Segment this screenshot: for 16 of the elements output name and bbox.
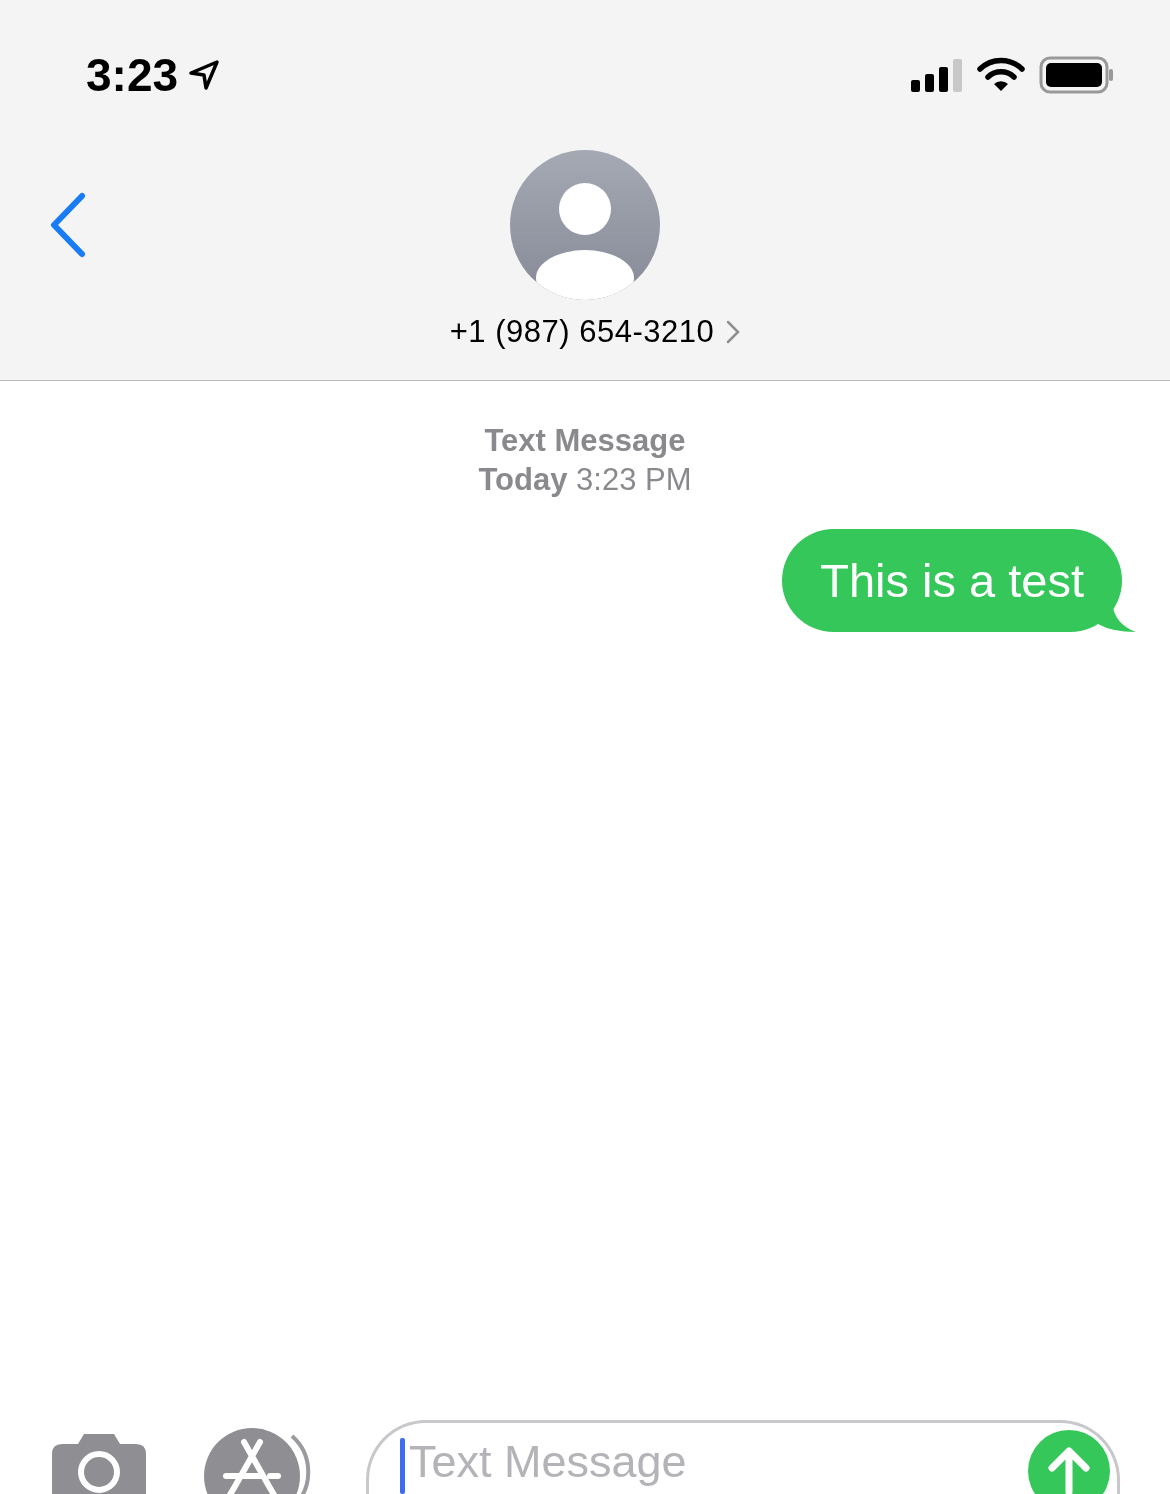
service-label: Text Message [484, 422, 686, 460]
message-timestamp: Today 3:23 PM [478, 461, 692, 499]
camera-icon[interactable] [52, 1432, 146, 1494]
battery-icon [1039, 56, 1115, 94]
status-time: 3:23 [86, 48, 179, 102]
location-arrow-icon [188, 59, 221, 91]
message-input[interactable]: Text Message [366, 1420, 1120, 1494]
chevron-icon[interactable] [726, 320, 741, 344]
app-store-icon[interactable] [204, 1428, 312, 1494]
signal-icon [911, 58, 963, 92]
back-icon[interactable] [48, 192, 88, 258]
text-cursor [400, 1438, 405, 1494]
contact-number[interactable]: +1 (987) 654-3210 [449, 314, 715, 350]
avatar-icon[interactable] [510, 150, 660, 300]
send-icon[interactable] [1028, 1430, 1110, 1494]
wifi-icon [977, 57, 1025, 93]
